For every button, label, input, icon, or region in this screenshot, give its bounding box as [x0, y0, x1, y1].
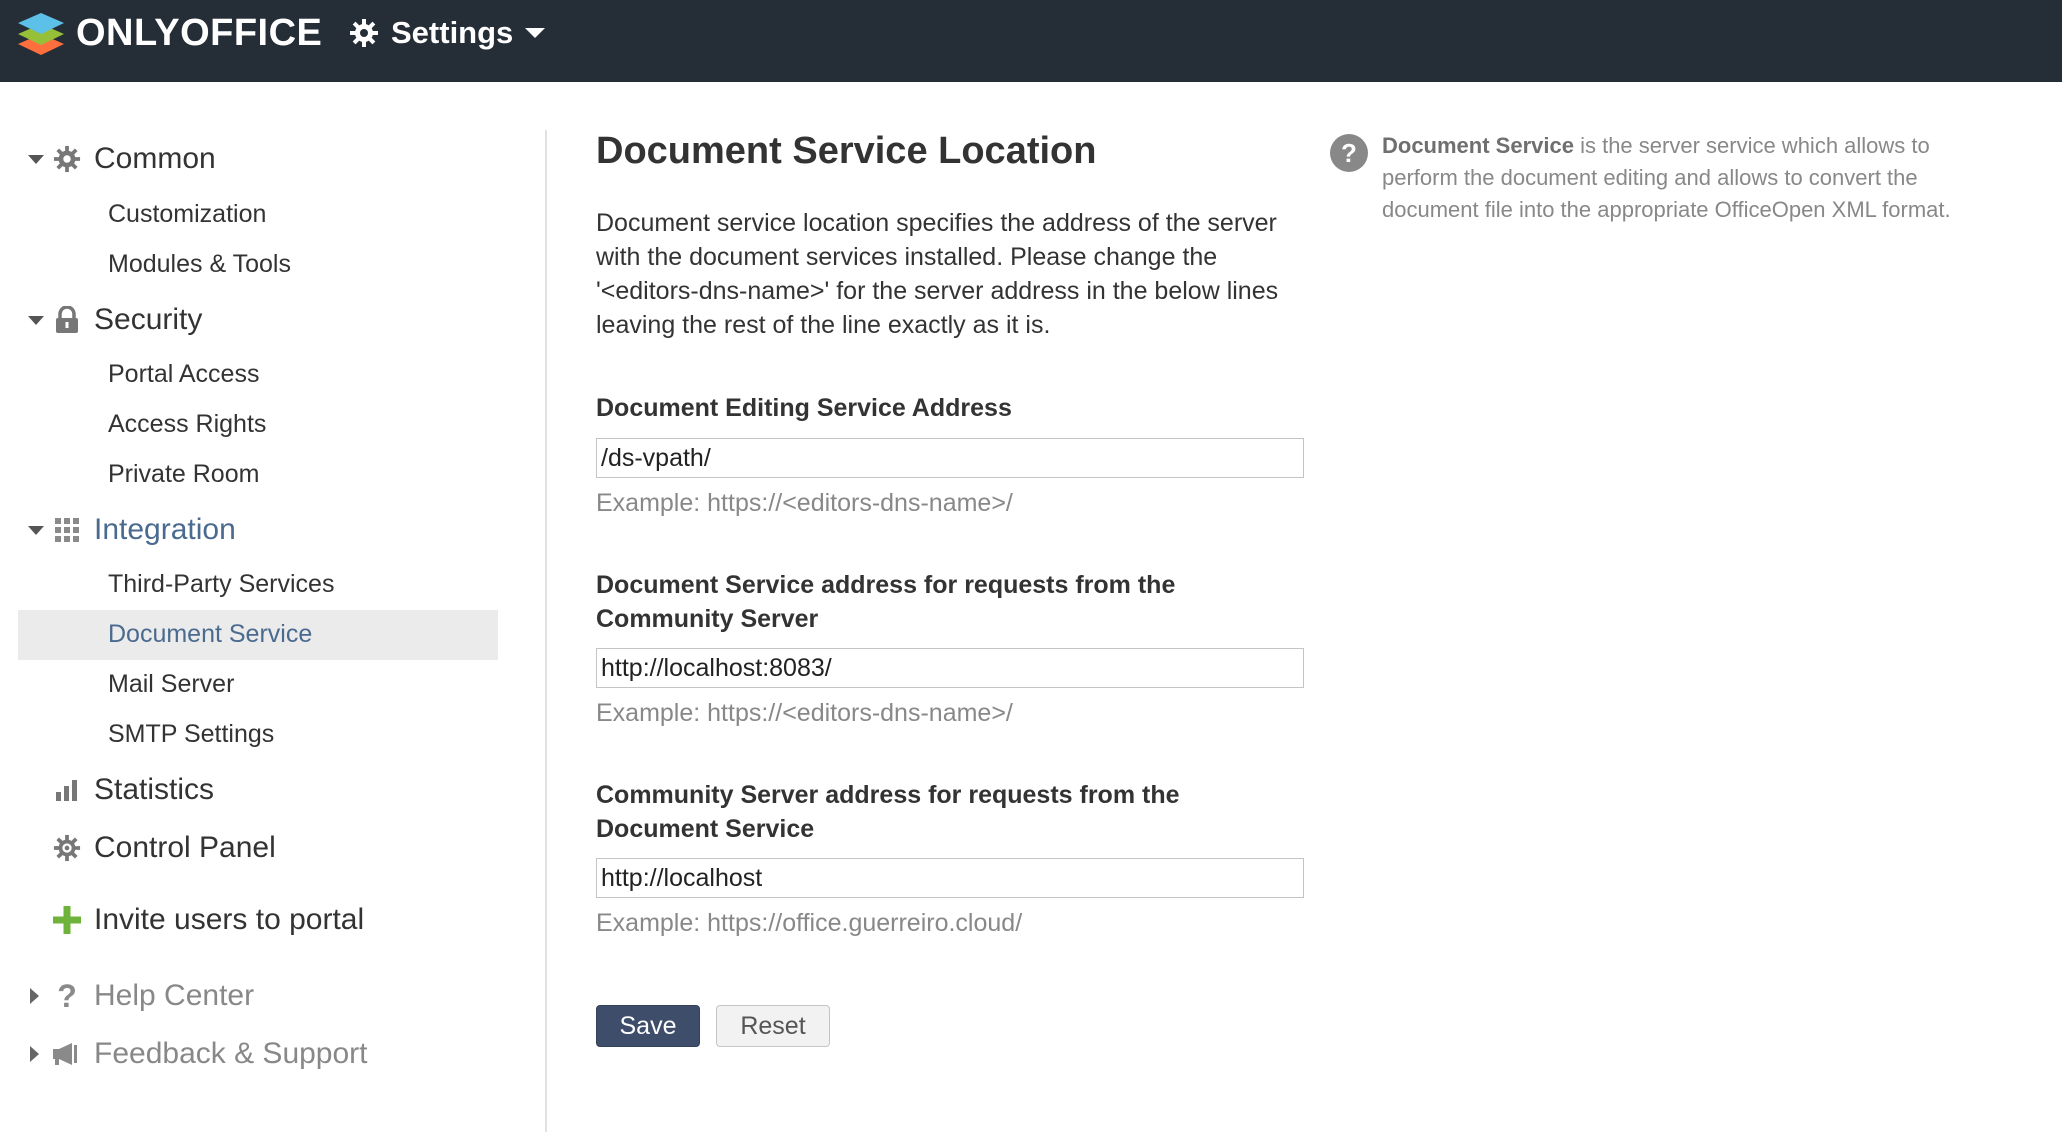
- page-description: Document service location specifies the …: [596, 209, 1279, 339]
- docservice-address-example: Example: https://<editors-dns-name>/: [596, 699, 1013, 727]
- gear-icon: [350, 19, 378, 47]
- sidebar-item-customization[interactable]: Customization: [108, 200, 266, 229]
- expand-arrow-icon[interactable]: [30, 1046, 39, 1062]
- editing-service-label: Document Editing Service Address: [596, 394, 1012, 422]
- invite-label: Invite users to portal: [94, 903, 365, 936]
- docservice-address-input[interactable]: [596, 648, 1304, 688]
- logo-text: ONLYOFFICE: [76, 11, 323, 54]
- sidebar-category-label: Integration: [94, 513, 236, 546]
- sidebar-category-label: Common: [94, 142, 216, 175]
- sidebar-category-help-center[interactable]: ? Help Center: [0, 974, 400, 1018]
- sidebar-category-common[interactable]: Common: [0, 137, 400, 181]
- collapse-arrow-icon[interactable]: [28, 525, 44, 535]
- grid-icon: [52, 515, 82, 545]
- onlyoffice-logo-icon: [18, 13, 64, 55]
- question-icon: ?: [57, 977, 77, 1014]
- sidebar-item-document-service[interactable]: Document Service: [108, 620, 312, 649]
- logo[interactable]: ONLYOFFICE: [16, 8, 322, 58]
- sidebar-item-modules-tools[interactable]: Modules & Tools: [108, 250, 291, 279]
- sidebar-category-feedback[interactable]: Feedback & Support: [0, 1032, 420, 1076]
- community-server-example: Example: https://office.guerreiro.cloud/: [596, 909, 1023, 937]
- collapse-arrow-icon[interactable]: [28, 315, 44, 325]
- sidebar-item-smtp-settings[interactable]: SMTP Settings: [108, 720, 274, 749]
- help-question-icon: ?: [1330, 134, 1368, 172]
- sidebar-category-integration[interactable]: Integration: [0, 508, 400, 552]
- community-server-address-input[interactable]: [596, 858, 1304, 898]
- sidebar-category-control-panel[interactable]: Control Panel: [0, 826, 400, 870]
- expand-arrow-icon[interactable]: [30, 988, 39, 1004]
- community-requests-label: Document Service address for requests fr…: [596, 571, 1176, 633]
- save-button[interactable]: Save: [596, 1005, 700, 1047]
- docservice-requests-label: Community Server address for requests fr…: [596, 781, 1180, 843]
- sidebar-item-private-room[interactable]: Private Room: [108, 460, 259, 489]
- control-panel-gear-icon: [52, 833, 82, 863]
- sidebar-divider: [545, 130, 547, 1132]
- sidebar-item-mail-server[interactable]: Mail Server: [108, 670, 234, 699]
- gear-icon: [52, 144, 82, 174]
- collapse-arrow-icon[interactable]: [28, 154, 44, 164]
- editing-service-example: Example: https://<editors-dns-name>/: [596, 489, 1013, 517]
- help-text-bold: Document Service: [1382, 133, 1574, 158]
- sidebar-category-label: Security: [94, 303, 203, 336]
- invite-users-link[interactable]: Invite users to portal: [0, 898, 420, 942]
- bar-chart-icon: [52, 775, 82, 805]
- plus-icon: [52, 905, 82, 935]
- sidebar-category-label: Help Center: [94, 979, 255, 1012]
- sidebar-item-portal-access[interactable]: Portal Access: [108, 360, 259, 389]
- sidebar-item-access-rights[interactable]: Access Rights: [108, 410, 266, 439]
- sidebar-category-label: Feedback & Support: [94, 1037, 368, 1070]
- editing-service-address-input[interactable]: [596, 438, 1304, 478]
- megaphone-icon: [52, 1039, 82, 1069]
- chevron-down-icon: [525, 28, 546, 38]
- lock-icon: [52, 305, 82, 335]
- sidebar-category-label: Control Panel: [94, 831, 276, 864]
- sidebar-item-third-party-services[interactable]: Third-Party Services: [108, 570, 334, 599]
- reset-button[interactable]: Reset: [716, 1005, 830, 1047]
- sidebar-category-security[interactable]: Security: [0, 298, 400, 342]
- help-text: Document Service is the server service w…: [1382, 130, 1982, 226]
- sidebar-category-statistics[interactable]: Statistics: [0, 768, 400, 812]
- page-title: Document Service Location: [596, 130, 1097, 172]
- settings-menu[interactable]: Settings: [349, 10, 546, 56]
- main-content: Document Service Location Document servi…: [596, 0, 1316, 1132]
- sidebar-category-label: Statistics: [94, 773, 215, 806]
- settings-label: Settings: [391, 15, 514, 50]
